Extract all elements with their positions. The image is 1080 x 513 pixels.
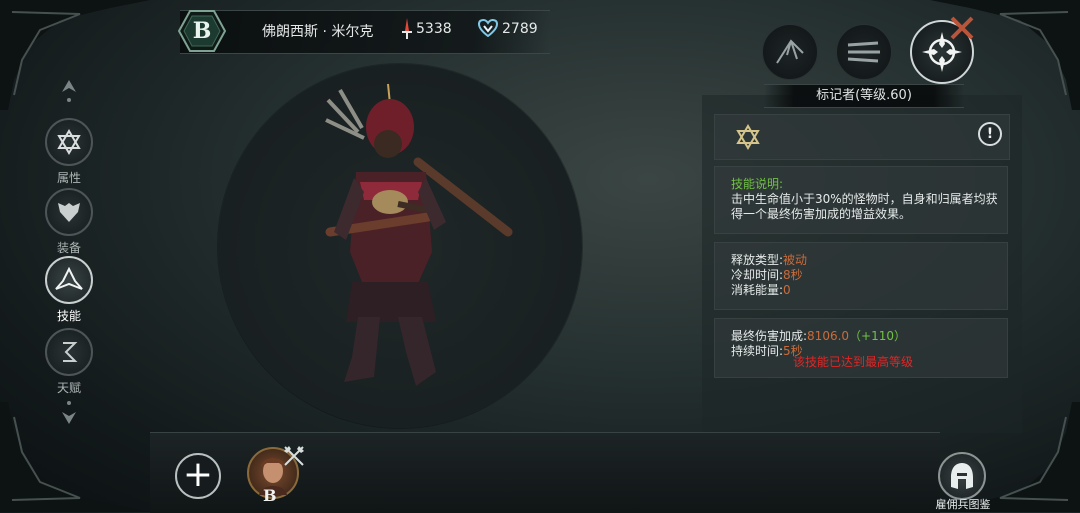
energy-value: 0 xyxy=(783,283,791,297)
nav-item-attributes[interactable]: 属性 xyxy=(44,118,94,186)
nav-item-skills[interactable]: 技能 xyxy=(44,256,94,324)
nav-scroll-up-icon[interactable] xyxy=(60,78,78,106)
final-damage-bonus: （+110） xyxy=(849,329,907,343)
skill-tab-2[interactable] xyxy=(836,24,892,80)
cooldown-value: 8秒 xyxy=(783,268,803,282)
knight-helmet-icon xyxy=(951,463,973,489)
nav-label: 装备 xyxy=(56,241,81,255)
mercenary-gallery-label: 雇佣兵图鉴 xyxy=(935,498,991,511)
star-of-david-icon xyxy=(45,118,93,166)
talent-icon xyxy=(45,328,93,376)
skill-description-card: 技能说明: 击中生命值小于30%的怪物时，自身和归属者均获得一个最终伤害加成的增… xyxy=(714,166,1008,234)
energy-label: 消耗能量: xyxy=(731,283,784,297)
multi-arrow-icon xyxy=(847,41,880,63)
heart-shield-icon xyxy=(478,19,498,37)
crossed-axes-icon xyxy=(284,446,304,466)
final-damage-label: 最终伤害加成: xyxy=(731,329,808,343)
description-text: 击中生命值小于30%的怪物时，自身和归属者均获得一个最终伤害加成的增益效果。 xyxy=(731,192,998,221)
armor-icon xyxy=(45,188,93,236)
hero-name: 佛朗西斯 · 米尔克 xyxy=(262,24,374,40)
skill-icon-card xyxy=(714,114,1010,160)
duration-label: 持续时间: xyxy=(731,344,784,358)
crossed-swords-icon xyxy=(950,16,974,40)
release-type-label: 释放类型: xyxy=(731,253,784,267)
nav-item-equipment[interactable]: 装备 xyxy=(44,188,94,256)
final-damage-value: 8106.0 xyxy=(807,329,850,343)
nav-item-talent[interactable]: 天赋 xyxy=(44,328,94,396)
skill-icon xyxy=(45,256,93,304)
description-heading: 技能说明: xyxy=(731,177,784,191)
skill-stats-card: 释放类型:被动 冷却时间:8秒 消耗能量:0 xyxy=(714,242,1008,310)
skill-effect-card: 最终伤害加成:8106.0（+110） 持续时间:5秒 该技能已达到最高等级 xyxy=(714,318,1008,378)
nav-label: 天赋 xyxy=(56,381,81,395)
arrow-rain-icon xyxy=(776,39,804,64)
rank-letter: B xyxy=(192,18,212,44)
skill-title: 标记者(等级.60) xyxy=(764,84,964,108)
nav-scroll-down-icon[interactable] xyxy=(60,398,78,426)
mercenary-rank: B xyxy=(263,486,277,505)
sword-attack-icon xyxy=(402,18,412,39)
skill-tab-1[interactable] xyxy=(762,24,818,80)
add-mercenary-button[interactable]: + xyxy=(175,453,221,499)
mercenary-gallery-button[interactable] xyxy=(938,452,986,500)
hero-3d-model[interactable] xyxy=(318,82,518,392)
star-of-david-icon xyxy=(736,124,760,150)
release-type-value: 被动 xyxy=(783,253,808,267)
info-button[interactable]: ! xyxy=(978,122,1002,146)
max-level-notice: 该技能已达到最高等级 xyxy=(793,355,914,369)
rank-badge: B xyxy=(177,9,227,53)
cooldown-label: 冷却时间: xyxy=(731,268,784,282)
defense-value: 2789 xyxy=(502,21,538,37)
nav-label: 属性 xyxy=(56,171,81,185)
attack-value: 5338 xyxy=(416,21,452,37)
nav-label: 技能 xyxy=(56,309,81,323)
